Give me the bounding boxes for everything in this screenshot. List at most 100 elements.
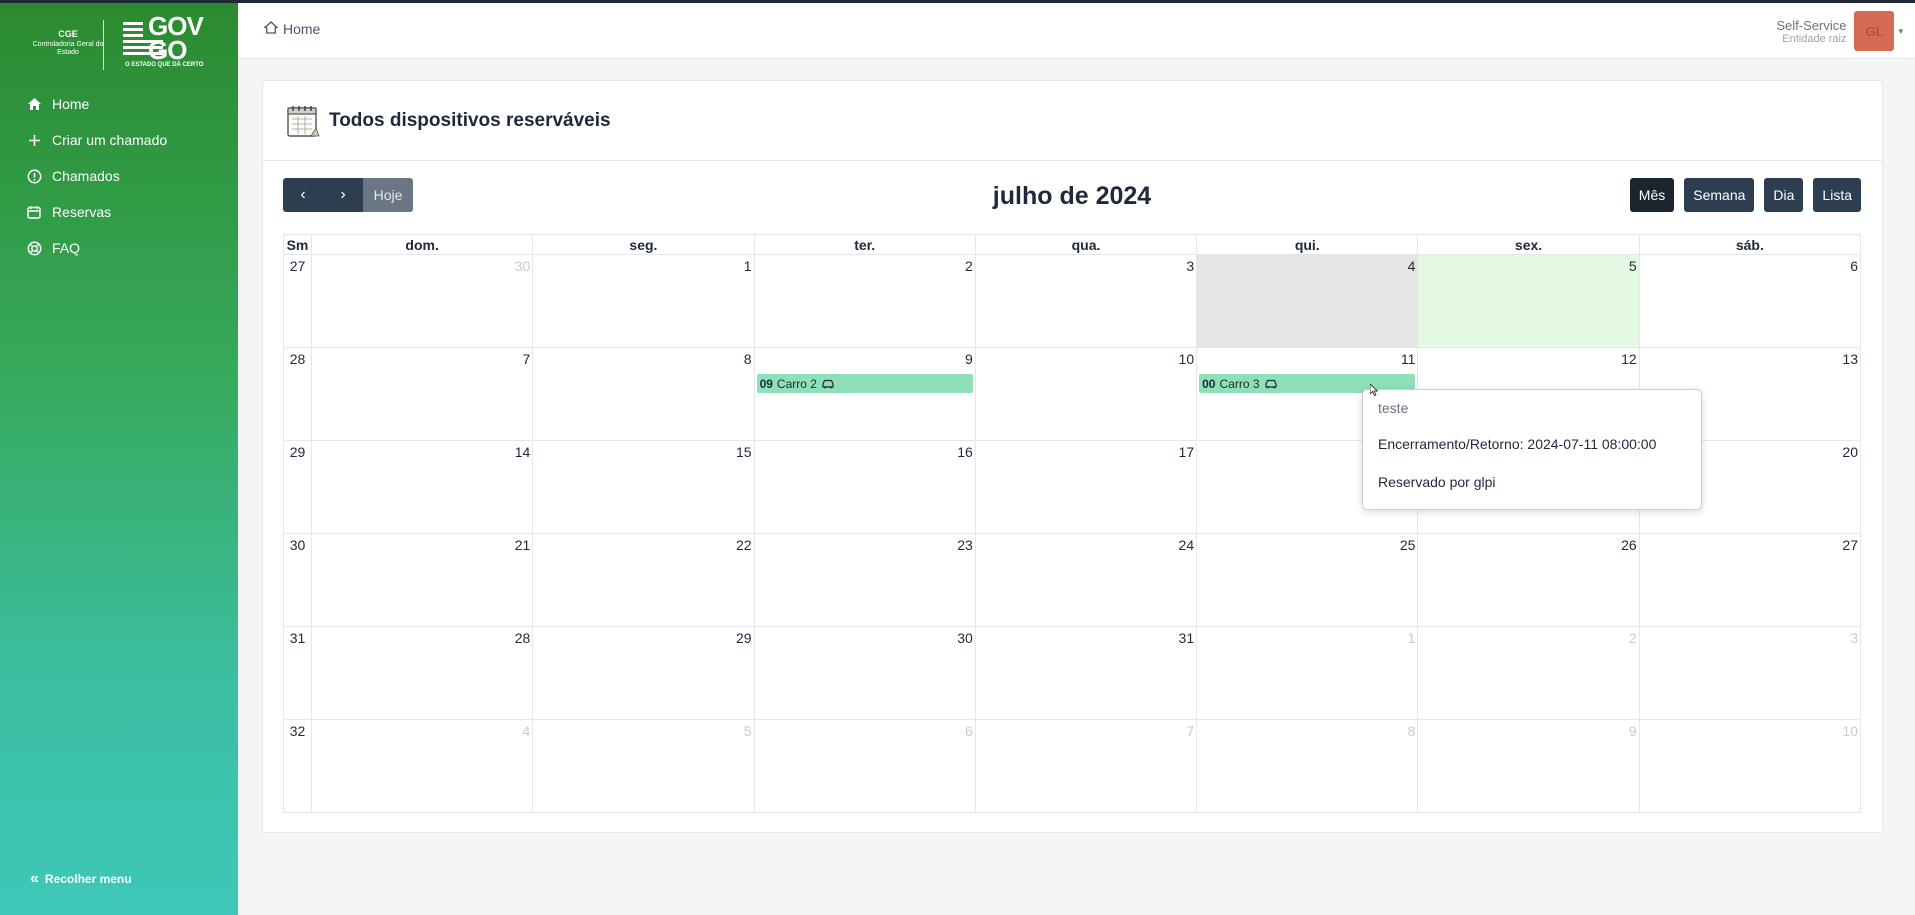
day-number[interactable]: 13 (1640, 348, 1860, 367)
sidebar-item-home[interactable]: Home (0, 86, 238, 122)
day-cell[interactable]: 17 (974, 440, 1198, 534)
day-cell[interactable]: 6 (1638, 254, 1862, 348)
day-number[interactable]: 23 (755, 534, 975, 553)
day-number[interactable]: 24 (976, 534, 1196, 553)
day-cell[interactable]: 7 (310, 347, 534, 441)
day-cell[interactable]: 22 (532, 533, 755, 627)
sidebar-item-reservations[interactable]: Reservas (0, 194, 238, 230)
day-number[interactable]: 31 (976, 627, 1196, 646)
day-cell[interactable]: 25 (1196, 533, 1419, 627)
day-number[interactable]: 27 (1640, 534, 1860, 553)
breadcrumb-home[interactable]: Home (283, 21, 320, 37)
week-number[interactable]: 31 (283, 626, 312, 720)
day-number[interactable]: 1 (1197, 627, 1417, 646)
day-cell[interactable]: 27 (1638, 533, 1862, 627)
day-number[interactable]: 9 (1418, 720, 1638, 739)
day-number[interactable]: 7 (976, 720, 1196, 739)
day-number[interactable]: 30 (755, 627, 975, 646)
event-carro-2[interactable]: 09 Carro 2 (756, 374, 973, 393)
day-cell[interactable]: 15 (532, 440, 755, 534)
day-number[interactable]: 22 (533, 534, 753, 553)
prev-month-button[interactable]: ‹ (283, 178, 323, 212)
day-cell[interactable]: 30 (310, 254, 534, 348)
day-number[interactable]: 8 (1197, 720, 1417, 739)
day-number[interactable]: 2 (1418, 627, 1638, 646)
day-number[interactable]: 6 (755, 720, 975, 739)
next-month-button[interactable]: › (323, 178, 363, 212)
day-number[interactable]: 17 (976, 441, 1196, 460)
day-cell[interactable]: 31 (974, 626, 1198, 720)
logo[interactable]: CGE Controladoria Geral do Estado GOV GO… (28, 13, 218, 74)
day-number[interactable]: 9 (755, 348, 975, 367)
day-number[interactable]: 4 (312, 720, 532, 739)
day-number[interactable]: 11 (1197, 348, 1417, 367)
day-number[interactable]: 6 (1640, 255, 1860, 274)
week-number[interactable]: 27 (283, 254, 312, 348)
day-cell[interactable]: 16 (753, 440, 976, 534)
breadcrumb[interactable]: Home (263, 21, 320, 37)
day-cell-today[interactable]: 5 (1417, 254, 1640, 348)
day-cell[interactable]: 2 (1417, 626, 1640, 720)
collapse-menu-button[interactable]: « Recolher menu (30, 870, 132, 888)
chevron-down-icon[interactable]: ▾ (1898, 26, 1903, 37)
today-button[interactable]: Hoje (363, 178, 413, 212)
day-cell[interactable]: 9 09 Carro 2 (753, 347, 976, 441)
avatar[interactable]: GL (1854, 11, 1895, 51)
day-cell[interactable]: 10 (1638, 719, 1862, 813)
day-cell[interactable]: 14 (310, 440, 534, 534)
day-number[interactable]: 5 (533, 720, 753, 739)
user-menu[interactable]: Self-Service Entidade raiz GL ▾ (1776, 11, 1903, 51)
day-cell[interactable]: 6 (753, 719, 976, 813)
day-cell[interactable]: 3 (974, 254, 1198, 348)
day-number[interactable]: 28 (312, 627, 532, 646)
day-cell[interactable]: 3 (1638, 626, 1862, 720)
day-number[interactable]: 16 (755, 441, 975, 460)
day-number[interactable]: 8 (533, 348, 753, 367)
day-number[interactable]: 10 (1640, 720, 1860, 739)
day-cell[interactable]: 24 (974, 533, 1198, 627)
day-cell[interactable]: 4 (310, 719, 534, 813)
day-number[interactable]: 7 (312, 348, 532, 367)
day-cell[interactable]: 8 (1196, 719, 1419, 813)
day-number[interactable]: 14 (312, 441, 532, 460)
view-day-button[interactable]: Dia (1764, 178, 1804, 212)
day-cell[interactable]: 2 (753, 254, 976, 348)
day-cell[interactable]: 28 (310, 626, 534, 720)
day-cell[interactable]: 30 (753, 626, 976, 720)
sidebar-item-faq[interactable]: FAQ (0, 230, 238, 266)
day-cell[interactable]: 1 (1196, 626, 1419, 720)
day-cell[interactable]: 5 (532, 719, 755, 813)
day-number[interactable]: 3 (976, 255, 1196, 274)
view-week-button[interactable]: Semana (1684, 178, 1755, 212)
day-number[interactable]: 25 (1197, 534, 1417, 553)
week-number[interactable]: 29 (283, 440, 312, 534)
day-cell[interactable]: 10 (974, 347, 1198, 441)
day-number[interactable]: 2 (755, 255, 975, 274)
week-number[interactable]: 32 (283, 719, 312, 813)
day-cell[interactable]: 21 (310, 533, 534, 627)
day-cell[interactable]: 1 (532, 254, 755, 348)
view-list-button[interactable]: Lista (1813, 178, 1861, 212)
day-number[interactable]: 12 (1418, 348, 1638, 367)
day-cell[interactable]: 9 (1417, 719, 1640, 813)
sidebar-item-tickets[interactable]: Chamados (0, 158, 238, 194)
week-number[interactable]: 30 (283, 533, 312, 627)
day-number[interactable]: 30 (312, 255, 532, 274)
sidebar-item-create-ticket[interactable]: Criar um chamado (0, 122, 238, 158)
day-number[interactable]: 15 (533, 441, 753, 460)
day-cell[interactable]: 29 (532, 626, 755, 720)
day-cell[interactable]: 8 (532, 347, 755, 441)
day-number[interactable]: 5 (1418, 255, 1638, 274)
day-number[interactable]: 29 (533, 627, 753, 646)
view-month-button[interactable]: Mês (1629, 178, 1675, 212)
day-number[interactable]: 21 (312, 534, 532, 553)
day-cell[interactable]: 7 (974, 719, 1198, 813)
day-number[interactable]: 4 (1197, 255, 1417, 274)
day-number[interactable]: 3 (1640, 627, 1860, 646)
day-cell[interactable]: 4 (1196, 254, 1419, 348)
day-cell[interactable]: 26 (1417, 533, 1640, 627)
week-number[interactable]: 28 (283, 347, 312, 441)
day-number[interactable]: 26 (1418, 534, 1638, 553)
day-number[interactable]: 1 (533, 255, 753, 274)
day-number[interactable]: 10 (976, 348, 1196, 367)
